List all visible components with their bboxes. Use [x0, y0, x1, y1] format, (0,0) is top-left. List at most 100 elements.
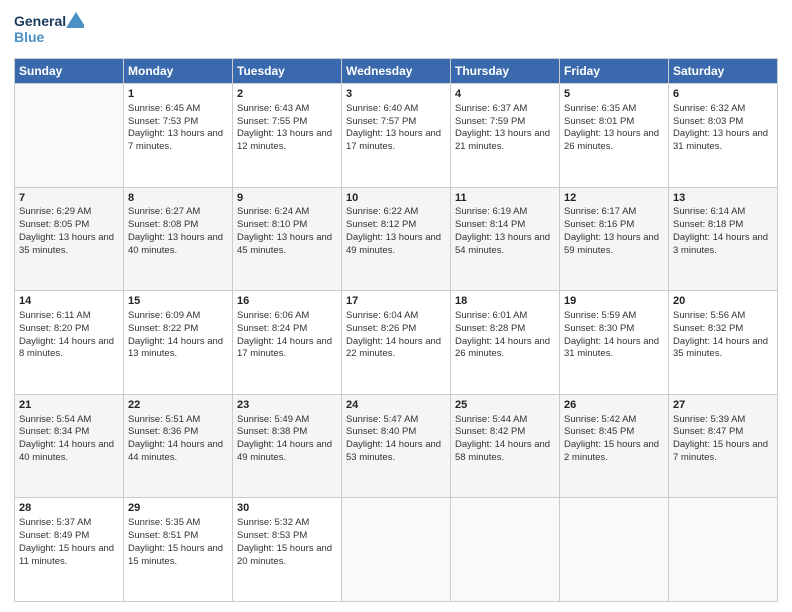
calendar-cell	[451, 498, 560, 602]
svg-text:Blue: Blue	[14, 29, 45, 45]
calendar-cell: 22Sunrise: 5:51 AMSunset: 8:36 PMDayligh…	[124, 394, 233, 498]
calendar-cell: 25Sunrise: 5:44 AMSunset: 8:42 PMDayligh…	[451, 394, 560, 498]
day-number: 10	[346, 191, 446, 206]
sunrise-text: Sunrise: 5:54 AM	[19, 414, 91, 425]
calendar-table: SundayMondayTuesdayWednesdayThursdayFrid…	[14, 58, 778, 602]
sunset-text: Sunset: 8:14 PM	[455, 219, 525, 230]
sunrise-text: Sunrise: 6:19 AM	[455, 206, 527, 217]
sunrise-text: Sunrise: 5:56 AM	[673, 310, 745, 321]
sunrise-text: Sunrise: 6:24 AM	[237, 206, 309, 217]
calendar-cell: 18Sunrise: 6:01 AMSunset: 8:28 PMDayligh…	[451, 291, 560, 395]
daylight-text: Daylight: 14 hours and 8 minutes.	[19, 336, 114, 360]
day-number: 16	[237, 294, 337, 309]
day-number: 23	[237, 398, 337, 413]
page: General Blue SundayMondayTuesdayWednesda…	[0, 0, 792, 612]
svg-text:General: General	[14, 13, 66, 29]
daylight-text: Daylight: 13 hours and 31 minutes.	[673, 128, 768, 152]
sunset-text: Sunset: 8:53 PM	[237, 530, 307, 541]
sunrise-text: Sunrise: 6:11 AM	[19, 310, 91, 321]
calendar-cell: 10Sunrise: 6:22 AMSunset: 8:12 PMDayligh…	[342, 187, 451, 291]
sunset-text: Sunset: 8:18 PM	[673, 219, 743, 230]
sunset-text: Sunset: 8:05 PM	[19, 219, 89, 230]
daylight-text: Daylight: 14 hours and 53 minutes.	[346, 439, 441, 463]
sunset-text: Sunset: 8:30 PM	[564, 323, 634, 334]
sunrise-text: Sunrise: 6:35 AM	[564, 103, 636, 114]
day-number: 14	[19, 294, 119, 309]
calendar-cell: 23Sunrise: 5:49 AMSunset: 8:38 PM Dayligh…	[233, 394, 342, 498]
daylight-text: Daylight: 14 hours and 26 minutes.	[455, 336, 550, 360]
sunset-text: Sunset: 8:12 PM	[346, 219, 416, 230]
header: General Blue	[14, 10, 778, 52]
daylight-text: Daylight: 15 hours and 15 minutes.	[128, 543, 223, 567]
calendar-cell: 4Sunrise: 6:37 AMSunset: 7:59 PMDaylight…	[451, 84, 560, 188]
calendar-header-saturday: Saturday	[669, 59, 778, 84]
day-number: 4	[455, 87, 555, 102]
calendar-cell	[342, 498, 451, 602]
day-number: 7	[19, 191, 119, 206]
sunrise-text: Sunrise: 5:37 AM	[19, 517, 91, 528]
daylight-text: Daylight: 13 hours and 35 minutes.	[19, 232, 114, 256]
day-number: 19	[564, 294, 664, 309]
calendar-cell: 13Sunrise: 6:14 AMSunset: 8:18 PMDayligh…	[669, 187, 778, 291]
calendar-header-monday: Monday	[124, 59, 233, 84]
daylight-text: Daylight: 14 hours and 17 minutes.	[237, 336, 332, 360]
sunset-text: Sunset: 8:51 PM	[128, 530, 198, 541]
calendar-cell: 3Sunrise: 6:40 AMSunset: 7:57 PMDaylight…	[342, 84, 451, 188]
daylight-text: Daylight: 14 hours and 3 minutes.	[673, 232, 768, 256]
daylight-text: Daylight: 14 hours and 13 minutes.	[128, 336, 223, 360]
sunset-text: Sunset: 7:59 PM	[455, 116, 525, 127]
day-number: 25	[455, 398, 555, 413]
sunrise-text: Sunrise: 5:49 AM	[237, 414, 309, 425]
logo: General Blue	[14, 10, 84, 52]
sunrise-text: Sunrise: 6:09 AM	[128, 310, 200, 321]
day-number: 2	[237, 87, 337, 102]
daylight-text: Daylight: 15 hours and 11 minutes.	[19, 543, 114, 567]
sunrise-text: Sunrise: 5:35 AM	[128, 517, 200, 528]
day-number: 24	[346, 398, 446, 413]
sunset-text: Sunset: 8:28 PM	[455, 323, 525, 334]
daylight-text: Daylight: 13 hours and 59 minutes.	[564, 232, 659, 256]
calendar-cell	[560, 498, 669, 602]
daylight-text: Daylight: 13 hours and 17 minutes.	[346, 128, 441, 152]
daylight-text: Daylight: 13 hours and 21 minutes.	[455, 128, 550, 152]
calendar-cell: 15Sunrise: 6:09 AMSunset: 8:22 PMDayligh…	[124, 291, 233, 395]
calendar-cell: 6Sunrise: 6:32 AMSunset: 8:03 PMDaylight…	[669, 84, 778, 188]
sunrise-text: Sunrise: 5:44 AM	[455, 414, 527, 425]
daylight-text: Daylight: 13 hours and 54 minutes.	[455, 232, 550, 256]
sunrise-text: Sunrise: 6:06 AM	[237, 310, 309, 321]
day-number: 29	[128, 501, 228, 516]
calendar-cell	[669, 498, 778, 602]
calendar-header-friday: Friday	[560, 59, 669, 84]
sunset-text: Sunset: 8:16 PM	[564, 219, 634, 230]
day-number: 30	[237, 501, 337, 516]
daylight-text: Daylight: 14 hours and 49 minutes.	[237, 439, 332, 463]
sunset-text: Sunset: 8:38 PM	[237, 426, 307, 437]
sunrise-text: Sunrise: 6:01 AM	[455, 310, 527, 321]
sunset-text: Sunset: 8:45 PM	[564, 426, 634, 437]
calendar-cell: 9Sunrise: 6:24 AMSunset: 8:10 PMDaylight…	[233, 187, 342, 291]
calendar-week-4: 21Sunrise: 5:54 AMSunset: 8:34 PMDayligh…	[15, 394, 778, 498]
day-number: 3	[346, 87, 446, 102]
sunrise-text: Sunrise: 5:59 AM	[564, 310, 636, 321]
calendar-cell: 1Sunrise: 6:45 AMSunset: 7:53 PMDaylight…	[124, 84, 233, 188]
daylight-text: Daylight: 14 hours and 31 minutes.	[564, 336, 659, 360]
daylight-text: Daylight: 14 hours and 44 minutes.	[128, 439, 223, 463]
sunset-text: Sunset: 8:42 PM	[455, 426, 525, 437]
sunrise-text: Sunrise: 5:42 AM	[564, 414, 636, 425]
day-number: 8	[128, 191, 228, 206]
daylight-text: Daylight: 13 hours and 12 minutes.	[237, 128, 332, 152]
day-number: 28	[19, 501, 119, 516]
calendar-cell: 5Sunrise: 6:35 AMSunset: 8:01 PMDaylight…	[560, 84, 669, 188]
sunrise-text: Sunrise: 6:27 AM	[128, 206, 200, 217]
calendar-header-thursday: Thursday	[451, 59, 560, 84]
sunset-text: Sunset: 8:26 PM	[346, 323, 416, 334]
daylight-text: Daylight: 13 hours and 49 minutes.	[346, 232, 441, 256]
logo-svg: General Blue	[14, 10, 84, 52]
sunrise-text: Sunrise: 5:32 AM	[237, 517, 309, 528]
calendar-cell: 28Sunrise: 5:37 AMSunset: 8:49 PMDayligh…	[15, 498, 124, 602]
calendar-cell: 20Sunrise: 5:56 AMSunset: 8:32 PMDayligh…	[669, 291, 778, 395]
day-number: 17	[346, 294, 446, 309]
sunrise-text: Sunrise: 6:45 AM	[128, 103, 200, 114]
day-number: 21	[19, 398, 119, 413]
sunrise-text: Sunrise: 6:32 AM	[673, 103, 745, 114]
